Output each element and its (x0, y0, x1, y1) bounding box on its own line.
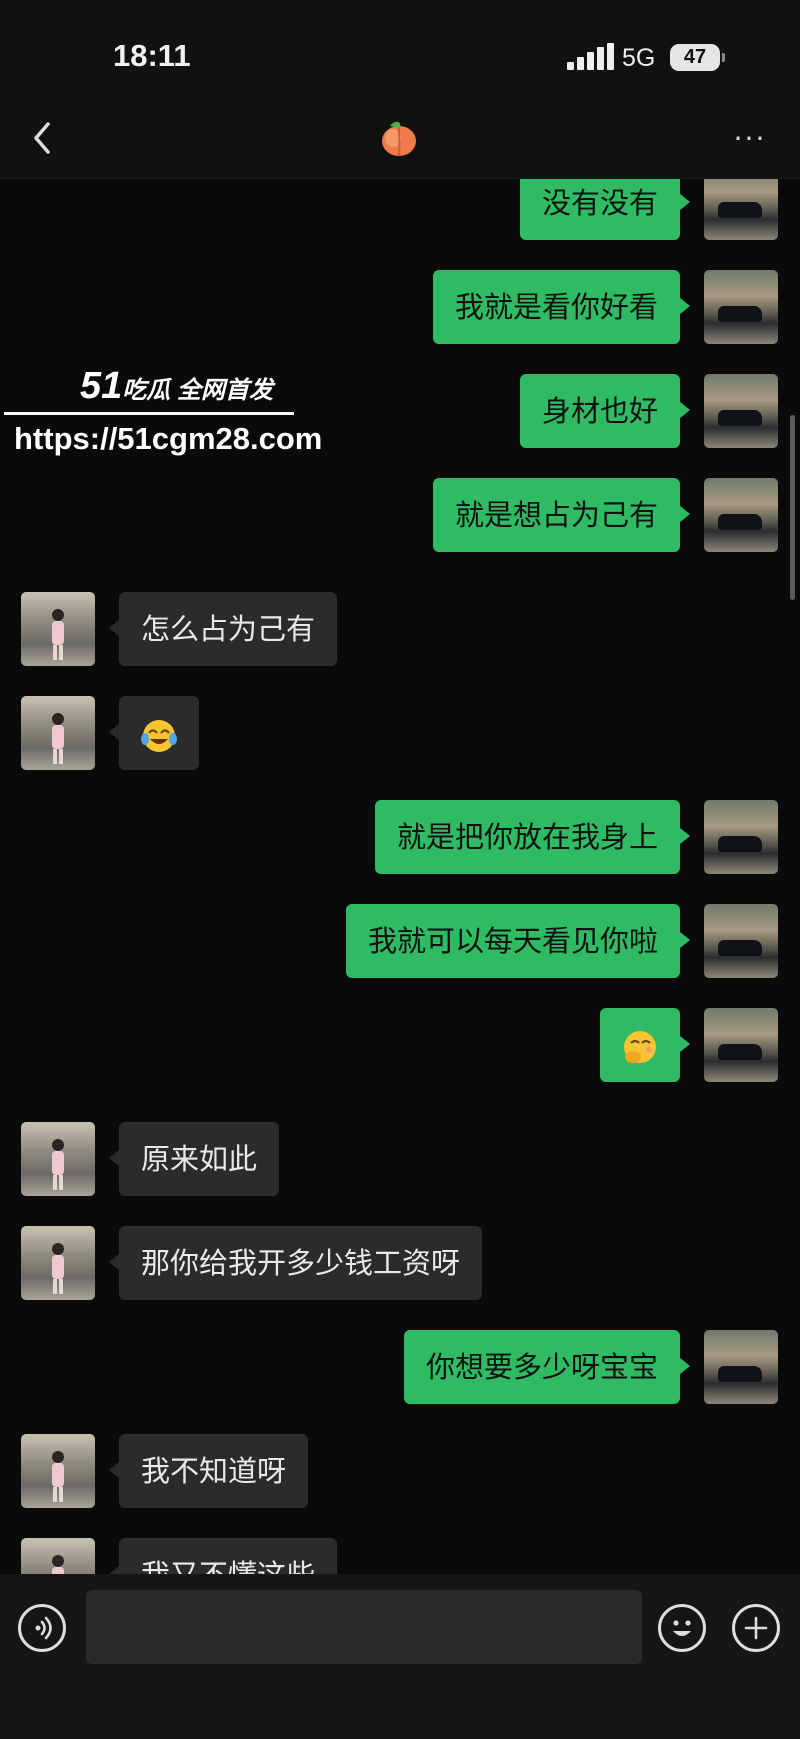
message-row: 原来如此 (0, 1122, 800, 1196)
message-row: 就是想占为己有 (0, 478, 800, 552)
contact-avatar[interactable] (21, 1538, 95, 1574)
my-avatar[interactable] (704, 179, 778, 240)
smiley-icon (673, 1620, 691, 1636)
chat-header: ··· (0, 100, 800, 179)
message-bubble-sent[interactable]: 我就是看你好看 (432, 270, 691, 344)
voice-input-button[interactable] (18, 1604, 66, 1652)
message-bubble-received[interactable]: 原来如此 (108, 1122, 280, 1196)
my-avatar[interactable] (704, 800, 778, 874)
message-bubble-received[interactable]: 那你给我开多少钱工资呀 (108, 1226, 483, 1300)
chat-scrollbar[interactable] (790, 415, 795, 600)
plus-icon (744, 1616, 768, 1640)
contact-avatar[interactable] (21, 592, 95, 666)
message-row: 就是把你放在我身上 (0, 800, 800, 874)
message-bubble-received[interactable] (109, 696, 199, 770)
signal-icon (567, 43, 615, 74)
shy-hand-over-mouth-emoji-icon (624, 1031, 656, 1063)
watermark-brand: 51吃瓜 全网首发 (80, 365, 273, 408)
message-bubble-received[interactable]: 我不知道呀 (108, 1434, 309, 1508)
watermark-divider (4, 412, 294, 415)
message-row: 我就可以每天看见你啦 (0, 904, 800, 978)
message-row: 你想要多少呀宝宝 (0, 1330, 800, 1404)
message-bubble-sent[interactable]: 就是把你放在我身上 (374, 800, 691, 874)
status-time: 18:11 (113, 38, 191, 73)
my-avatar[interactable] (704, 478, 778, 552)
network-type: 5G (622, 44, 656, 72)
watermark-brand-number: 51 (80, 365, 123, 407)
message-row: 那你给我开多少钱工资呀 (0, 1226, 800, 1300)
contact-avatar[interactable] (21, 696, 95, 770)
watermark-brand-text: 吃瓜 全网首发 (122, 377, 273, 404)
message-bubble-sent[interactable]: 没有没有 (519, 179, 691, 240)
message-row: 怎么占为己有 (0, 592, 800, 666)
watermark: 51吃瓜 全网首发 https://51cgm28.com (0, 365, 322, 475)
watermark-url: https://51cgm28.com (14, 421, 323, 456)
chevron-left-icon (34, 122, 50, 154)
contact-avatar[interactable] (21, 1122, 95, 1196)
message-bubble-sent[interactable]: 身材也好 (519, 374, 691, 448)
contact-avatar[interactable] (21, 1226, 95, 1300)
message-row: 没有没有 (0, 179, 800, 240)
laughing-crying-emoji-icon (141, 720, 177, 752)
message-bubble-received[interactable]: 我又不懂这些 (108, 1538, 338, 1574)
more-options-button[interactable]: ··· (728, 122, 772, 155)
peach-emoji-icon (378, 118, 420, 158)
my-avatar[interactable] (704, 270, 778, 344)
message-input[interactable] (86, 1590, 642, 1664)
message-bubble-sent[interactable] (600, 1008, 690, 1082)
back-button[interactable] (24, 116, 64, 160)
contact-avatar[interactable] (21, 1434, 95, 1508)
message-row: 我不知道呀 (0, 1434, 800, 1508)
my-avatar[interactable] (704, 904, 778, 978)
message-bubble-sent[interactable]: 就是想占为己有 (432, 478, 691, 552)
chat-input-bar (0, 1574, 800, 1739)
message-bubble-sent[interactable]: 你想要多少呀宝宝 (403, 1330, 691, 1404)
my-avatar[interactable] (704, 1330, 778, 1404)
message-row: 我就是看你好看 (0, 270, 800, 344)
voice-icon (35, 1616, 52, 1640)
battery-icon: 47 (670, 44, 725, 71)
my-avatar[interactable] (704, 374, 778, 448)
my-avatar[interactable] (704, 1008, 778, 1082)
message-row: 我又不懂这些 (0, 1538, 800, 1574)
message-row (0, 1008, 800, 1082)
message-row (0, 696, 800, 770)
message-bubble-received[interactable]: 怎么占为己有 (108, 592, 338, 666)
message-bubble-sent[interactable]: 我就可以每天看见你啦 (345, 904, 691, 978)
emoji-button[interactable] (658, 1604, 706, 1652)
more-actions-button[interactable] (732, 1604, 780, 1652)
status-bar: 18:11 5G 47 (0, 0, 800, 100)
